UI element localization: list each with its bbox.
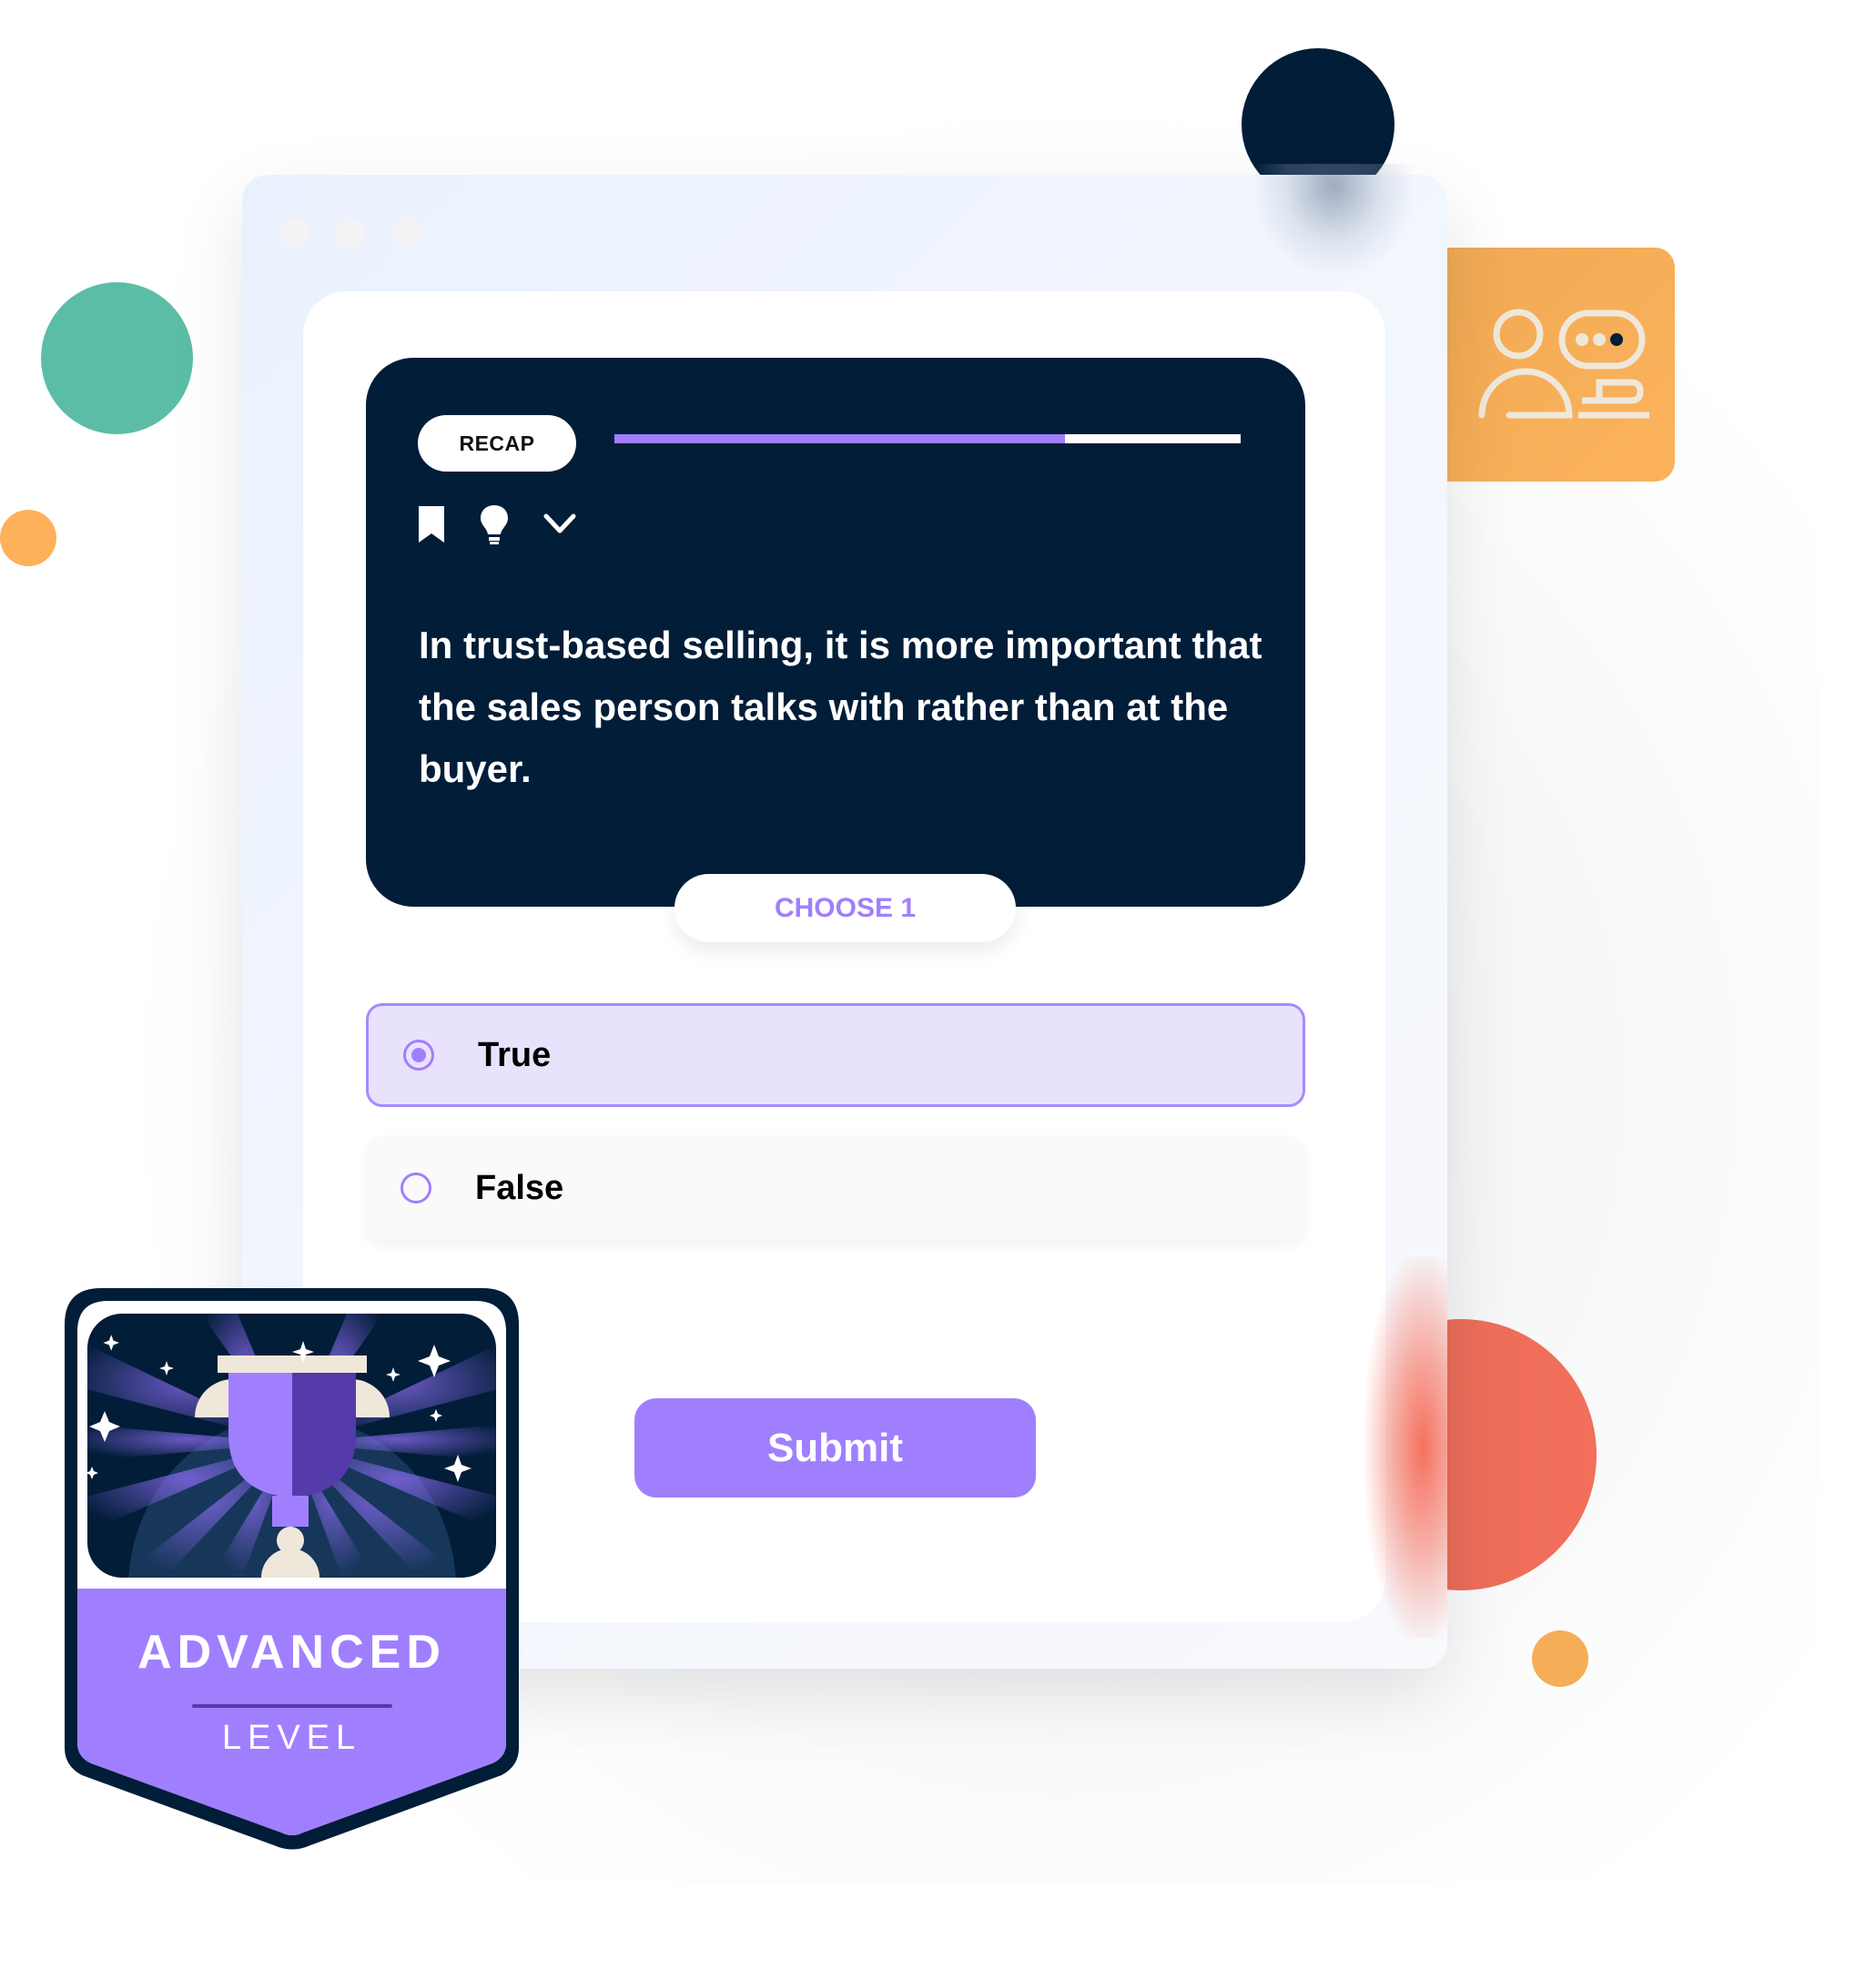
window-dot[interactable] — [335, 218, 365, 249]
decorative-teal-circle — [41, 282, 193, 434]
choose-instruction: CHOOSE 1 — [674, 874, 1016, 942]
recap-tag: RECAP — [418, 415, 576, 472]
radio-selected[interactable] — [403, 1040, 434, 1071]
option-false[interactable]: False — [366, 1136, 1305, 1240]
chevron-down-icon[interactable] — [543, 513, 577, 536]
person-chat-icon — [1478, 309, 1649, 419]
advanced-level-badge — [65, 1288, 519, 1850]
radio-dot — [411, 1048, 426, 1062]
option-label: True — [478, 1035, 552, 1074]
question-text: In trust-based selling, it is more impor… — [419, 624, 1262, 790]
window-dot[interactable] — [390, 218, 421, 249]
option-true[interactable]: True — [366, 1003, 1305, 1107]
progress-fill — [614, 434, 1066, 443]
badge-title: ADVANCED — [137, 1626, 446, 1679]
option-label: False — [475, 1168, 564, 1207]
lightbulb-icon[interactable] — [479, 503, 510, 545]
shadow — [1256, 164, 1411, 273]
radio-unselected[interactable] — [401, 1173, 431, 1203]
person-chat-card — [1444, 248, 1675, 482]
decorative-orange-dot — [1532, 1630, 1588, 1687]
coral-glow — [1365, 1256, 1447, 1639]
window-dot[interactable] — [279, 218, 309, 249]
decorative-orange-dot — [0, 510, 56, 566]
question-toolbar — [417, 503, 577, 545]
bookmark-icon[interactable] — [417, 504, 446, 544]
submit-button[interactable]: Submit — [634, 1398, 1036, 1498]
progress-bar — [614, 434, 1241, 443]
badge-subtitle: LEVEL — [221, 1719, 362, 1757]
window-controls — [279, 218, 421, 249]
